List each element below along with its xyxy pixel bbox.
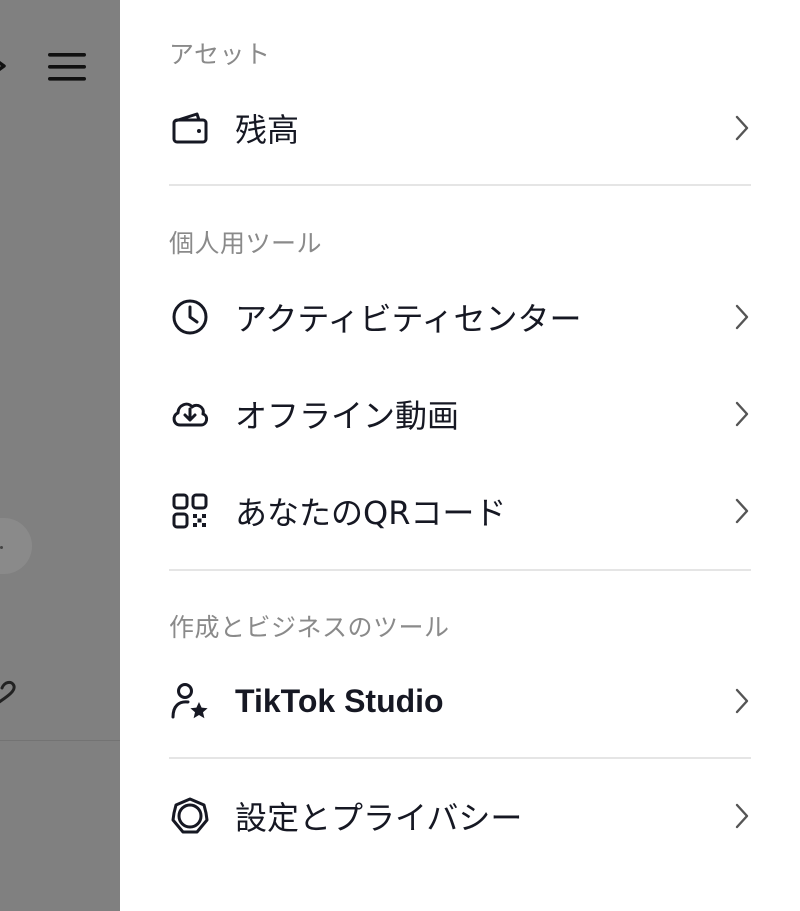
section-divider	[169, 569, 751, 571]
menu-item-label: オフライン動画	[235, 397, 460, 435]
chevron-right-icon	[735, 401, 749, 427]
menu-item-settings-privacy[interactable]: 設定とプライバシー	[169, 780, 751, 852]
menu-item-label: アクティビティセンター	[235, 300, 582, 338]
background-pill-dot	[0, 546, 3, 549]
menu-item-activity-center[interactable]: アクティビティセンター	[169, 281, 751, 353]
menu-item-balance[interactable]: 残高	[169, 92, 751, 164]
chevron-right-icon	[735, 115, 749, 141]
background-pill-button	[0, 518, 32, 574]
dimmed-backdrop[interactable]	[0, 0, 120, 911]
menu-item-label: あなたのQRコード	[235, 494, 507, 532]
section-divider	[169, 757, 751, 759]
heart-icon	[0, 680, 16, 704]
gear-icon	[169, 795, 211, 837]
wallet-icon	[169, 107, 211, 149]
chevron-right-icon	[735, 498, 749, 524]
menu-item-label: 設定とプライバシー	[235, 799, 523, 837]
section-header-creator-business: 作成とビジネスのツール	[169, 613, 450, 642]
qr-code-icon	[169, 490, 211, 532]
menu-item-label: 残高	[235, 111, 300, 149]
section-header-personal-tools: 個人用ツール	[169, 229, 323, 258]
menu-item-label: TikTok Studio	[235, 682, 444, 719]
side-drawer: アセット 残高 個人用ツール アクティビティセンター オフライン動画 あなたのQ…	[120, 0, 800, 911]
menu-item-qr-code[interactable]: あなたのQRコード	[169, 475, 751, 547]
section-divider	[169, 184, 751, 186]
screen: アセット 残高 個人用ツール アクティビティセンター オフライン動画 あなたのQ…	[0, 0, 800, 911]
background-divider	[0, 740, 120, 741]
cloud-download-icon	[169, 393, 211, 435]
chevron-right-icon	[735, 304, 749, 330]
chevron-right-icon	[735, 688, 749, 714]
chevron-right-icon	[735, 803, 749, 829]
share-arrow-icon	[0, 60, 6, 72]
hamburger-menu-icon[interactable]	[46, 50, 88, 84]
user-star-icon	[169, 680, 211, 722]
section-header-assets: アセット	[169, 40, 271, 69]
menu-item-tiktok-studio[interactable]: TikTok Studio	[169, 665, 751, 737]
menu-item-offline-videos[interactable]: オフライン動画	[169, 378, 751, 450]
clock-icon	[169, 296, 211, 338]
